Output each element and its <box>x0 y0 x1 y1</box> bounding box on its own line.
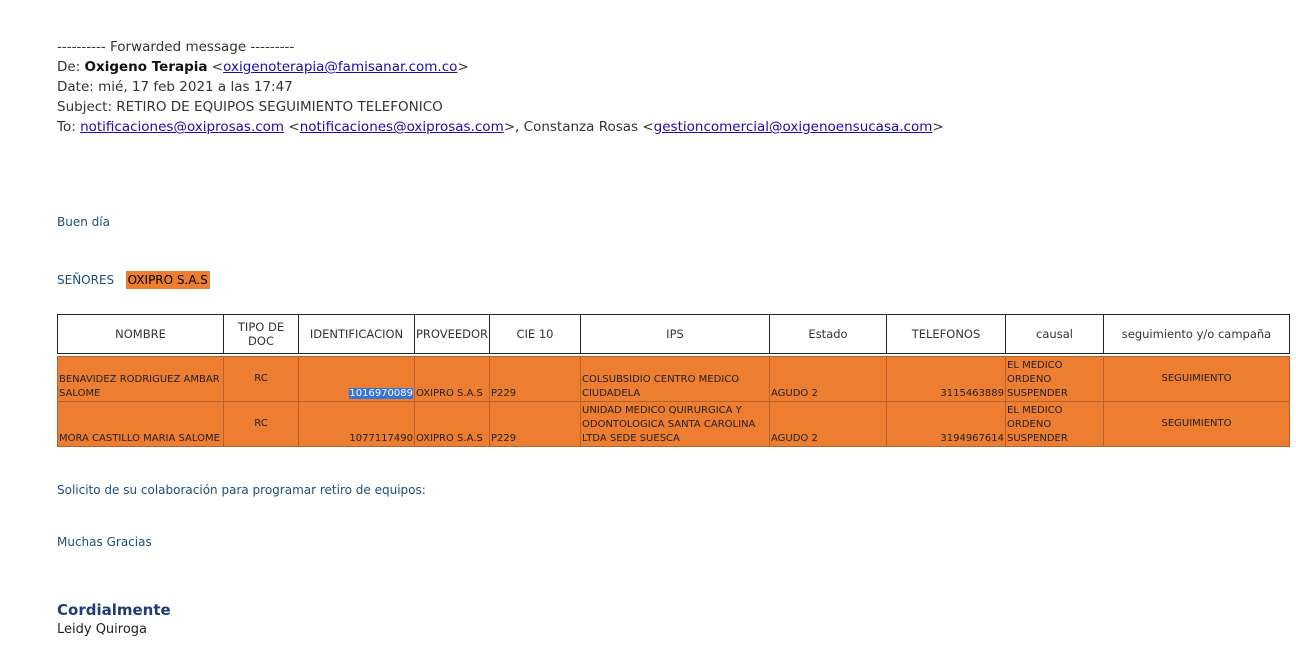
cell-tipo-doc: RC <box>223 401 299 447</box>
th-ips: IPS <box>580 314 770 354</box>
cell-telefonos: 3194967614 <box>886 401 1006 447</box>
th-causal: causal <box>1005 314 1104 354</box>
th-telefonos: TELEFONOS <box>886 314 1006 354</box>
th-seguimiento: seguimiento y/o campaña <box>1103 314 1290 354</box>
thanks-text: Muchas Gracias <box>57 535 152 549</box>
th-proveedor: PROVEEDOR <box>414 314 490 354</box>
forward-line: ---------- Forwarded message --------- <box>57 39 295 55</box>
cell-nombre: MORA CASTILLO MARIA SALOME <box>57 401 224 447</box>
senores-company-highlight: OXIPRO S.A.S <box>125 271 210 289</box>
cell-cie10: P229 <box>489 401 581 447</box>
table-row: BENAVIDEZ RODRIGUEZ AMBAR SALOME RC 1016… <box>57 356 1290 402</box>
date-line: Date: mié, 17 feb 2021 a las 17:47 <box>57 79 293 95</box>
cell-identificacion: 1016970089 <box>298 356 415 402</box>
cell-telefonos: 3115463889 <box>886 356 1006 402</box>
selected-identificacion[interactable]: 1016970089 <box>349 388 413 399</box>
th-cie10: CIE 10 <box>489 314 581 354</box>
email-header: ---------- Forwarded message --------- D… <box>57 37 944 137</box>
cell-causal: EL MEDICO ORDENO SUSPENDER <box>1005 401 1104 447</box>
senores-line: SEÑORES OXIPRO S.A.S <box>57 271 210 289</box>
table-header-row: NOMBRE TIPO DE DOC IDENTIFICACION PROVEE… <box>57 314 1290 354</box>
cell-seguimiento: SEGUIMIENTO <box>1103 356 1290 402</box>
from-name: Oxigeno Terapia <box>84 59 208 75</box>
cell-proveedor: OXIPRO S.A.S <box>414 401 490 447</box>
cell-seguimiento: SEGUIMIENTO <box>1103 401 1290 447</box>
table-row: MORA CASTILLO MARIA SALOME RC 1077117490… <box>57 401 1290 447</box>
cell-nombre: BENAVIDEZ RODRIGUEZ AMBAR SALOME <box>57 356 224 402</box>
to-line: To: notificaciones@oxiprosas.com <notifi… <box>57 119 944 135</box>
cell-cie10: P229 <box>489 356 581 402</box>
cell-ips: COLSUBSIDIO CENTRO MEDICO CIUDADELA <box>580 356 770 402</box>
to-name-3: Constanza Rosas <box>523 119 639 135</box>
cell-estado: AGUDO 2 <box>769 356 887 402</box>
closing-text: Cordialmente <box>57 601 171 619</box>
to-email-link-2[interactable]: notificaciones@oxiprosas.com <box>300 119 504 135</box>
senores-label: SEÑORES <box>57 273 115 287</box>
cell-identificacion: 1077117490 <box>298 401 415 447</box>
from-label: De: <box>57 59 81 75</box>
th-nombre: NOMBRE <box>57 314 224 354</box>
from-email-link[interactable]: oxigenoterapia@famisanar.com.co <box>223 59 457 75</box>
th-identificacion: IDENTIFICACION <box>298 314 415 354</box>
cell-tipo-doc: RC <box>223 356 299 402</box>
from-line: De: Oxigeno Terapia <oxigenoterapia@fami… <box>57 59 469 75</box>
cell-proveedor: OXIPRO S.A.S <box>414 356 490 402</box>
to-email-link-3[interactable]: gestioncomercial@oxigenoensucasa.com <box>654 119 933 135</box>
patients-table: NOMBRE TIPO DE DOC IDENTIFICACION PROVEE… <box>57 314 1290 447</box>
greeting: Buen día <box>57 215 110 229</box>
cell-ips: UNIDAD MEDICO QUIRURGICA Y ODONTOLOGICA … <box>580 401 770 447</box>
th-estado: Estado <box>769 314 887 354</box>
to-label: To: <box>57 119 76 135</box>
cell-estado: AGUDO 2 <box>769 401 887 447</box>
signature-name: Leidy Quiroga <box>57 622 148 637</box>
subject-line: Subject: RETIRO DE EQUIPOS SEGUIMIENTO T… <box>57 99 443 115</box>
request-text: Solicito de su colaboración para program… <box>57 483 426 497</box>
cell-causal: EL MEDICO ORDENO SUSPENDER <box>1005 356 1104 402</box>
to-email-link-1[interactable]: notificaciones@oxiprosas.com <box>80 119 284 135</box>
th-tipo-doc: TIPO DE DOC <box>223 314 299 354</box>
